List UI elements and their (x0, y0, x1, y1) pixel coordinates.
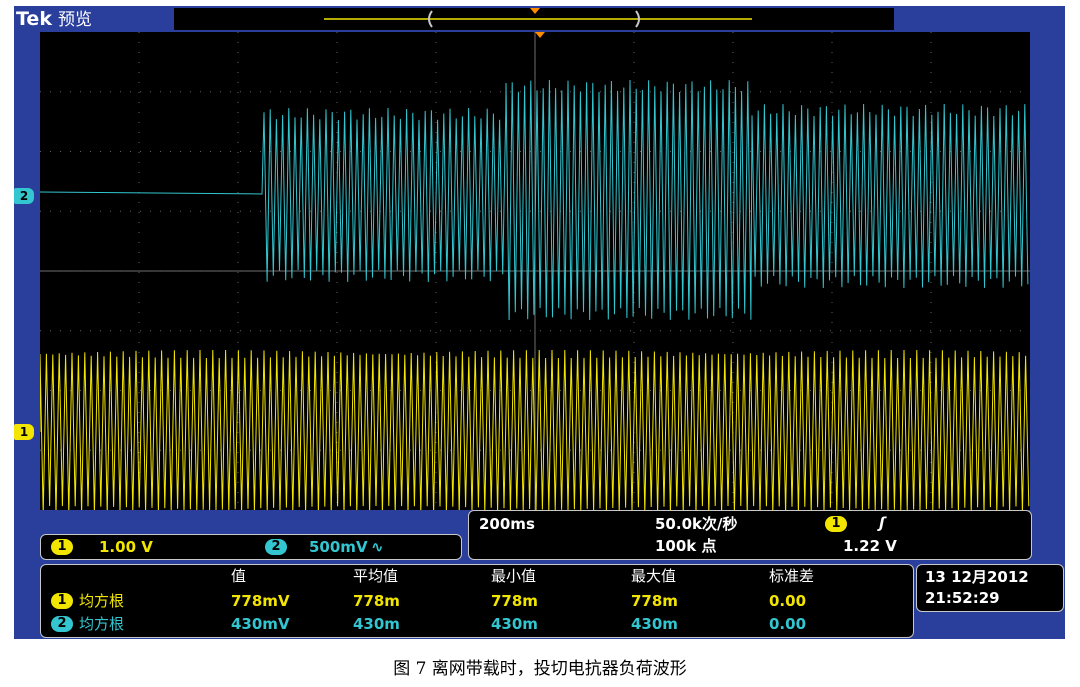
ch1-badge[interactable]: 1 (51, 539, 73, 555)
waveform-display (39, 32, 1030, 515)
time-label: 21:52:29 (925, 589, 1000, 607)
meas-row2-type: 均方根 (79, 615, 125, 633)
ch2-ac-coupling-icon: ∿ (371, 538, 384, 556)
ch1-ground-marker[interactable]: 1 (14, 424, 34, 440)
trigger-time-marker-icon (535, 32, 545, 38)
meas-header-mean: 平均值 (353, 567, 399, 585)
datetime-panel: 13 12月2012 21:52:29 (916, 564, 1064, 612)
record-length: 100k 点 (655, 537, 717, 555)
ch2-badge[interactable]: 2 (265, 539, 287, 555)
waveform-plot (39, 32, 1030, 515)
meas-row1-max: 778m (631, 592, 678, 610)
trigger-level: 1.22 V (843, 537, 897, 555)
meas-header-stddev: 标准差 (769, 567, 815, 585)
trigger-position-icon (530, 8, 540, 14)
measurement-panel: 值 平均值 最小值 最大值 标准差 1 均方根 778mV 778m 778m … (40, 564, 914, 638)
ch1-waveform (39, 349, 1030, 515)
meas-header-min: 最小值 (491, 567, 537, 585)
horizontal-trigger-panel: 200ms 50.0k次/秒 100k 点 1 ʃ 1.22 V (468, 510, 1032, 560)
meas-header-value: 值 (231, 567, 247, 585)
top-status-bar: Tek 预览 (14, 6, 1065, 32)
date-label: 13 12月2012 (925, 568, 1029, 586)
meas-row1-type: 均方根 (79, 592, 125, 610)
meas-row1-stddev: 0.00 (769, 592, 807, 610)
channel-scale-panel: 1 1.00 V 2 500mV ∿ (40, 534, 462, 560)
meas-row2-mean: 430m (353, 615, 400, 633)
meas-row2-value: 430mV (231, 615, 290, 633)
ch2-scale: 500mV (309, 538, 368, 556)
record-position-indicator (174, 8, 894, 28)
record-position-bar (174, 8, 894, 30)
ch2-ground-marker[interactable]: 2 (14, 188, 34, 204)
meas-row2-max: 430m (631, 615, 678, 633)
mode-label: 预览 (57, 10, 92, 30)
brand-name: Tek (16, 8, 52, 30)
meas-row1-value: 778mV (231, 592, 290, 610)
meas-header-max: 最大值 (631, 567, 677, 585)
ch2-waveform (39, 79, 1029, 321)
rising-edge-icon: ʃ (879, 514, 886, 532)
figure-caption: 图 7 离网带载时，投切电抗器负荷波形 (393, 659, 687, 679)
sample-rate: 50.0k次/秒 (655, 515, 738, 533)
oscilloscope-screen: Tek 预览 2 1 1 1.00 V 2 500mV ∿ 200ms 50.0… (14, 6, 1065, 639)
timebase: 200ms (479, 515, 535, 533)
brand-logo: Tek 预览 (16, 8, 92, 31)
meas-row1-badge[interactable]: 1 (51, 593, 73, 609)
meas-row2-badge[interactable]: 2 (51, 616, 73, 632)
trigger-source-badge[interactable]: 1 (825, 516, 847, 532)
meas-row2-stddev: 0.00 (769, 615, 807, 633)
ch1-scale: 1.00 V (99, 538, 153, 556)
meas-row1-min: 778m (491, 592, 538, 610)
meas-row1-mean: 778m (353, 592, 400, 610)
meas-row2-min: 430m (491, 615, 538, 633)
